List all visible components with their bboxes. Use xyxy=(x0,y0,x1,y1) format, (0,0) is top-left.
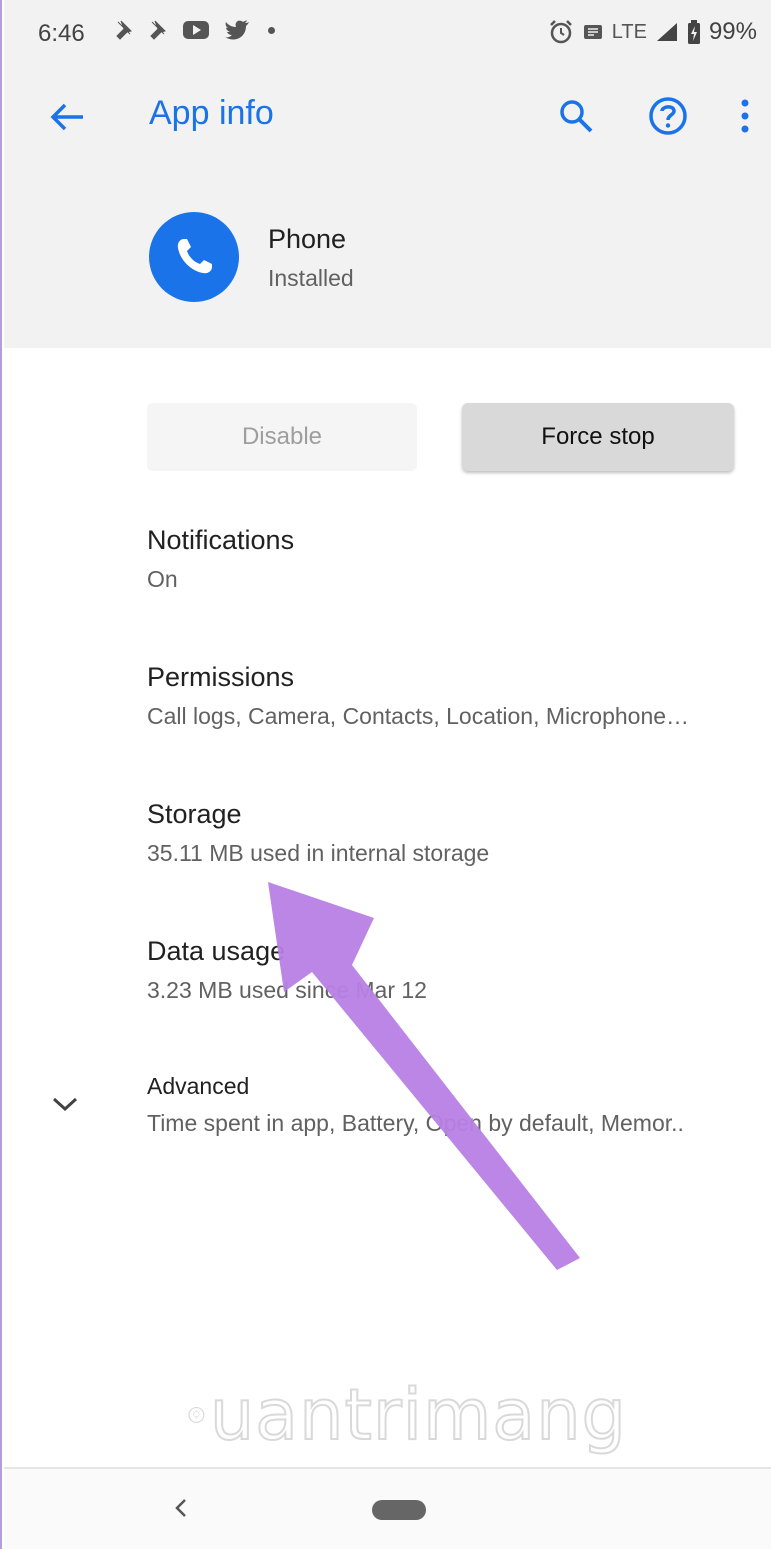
list-item-storage[interactable]: Storage 35.11 MB used in internal storag… xyxy=(147,799,767,867)
pin-icon xyxy=(150,20,166,40)
chevron-left-icon xyxy=(175,1499,186,1517)
item-subtitle: 3.23 MB used since Mar 12 xyxy=(147,977,427,1003)
nav-home-pill[interactable] xyxy=(372,1500,426,1520)
list-item-notifications[interactable]: Notifications On xyxy=(147,525,767,593)
youtube-icon xyxy=(183,21,209,39)
screen: 6:46 LTE 99% App info Phone Installed Di… xyxy=(0,0,771,1549)
app-icon xyxy=(149,212,239,302)
help-icon xyxy=(649,97,687,135)
twitter-icon xyxy=(225,20,249,40)
item-title: Notifications xyxy=(147,525,295,555)
item-subtitle: Time spent in app, Battery, Open by defa… xyxy=(147,1110,684,1136)
notification-icons xyxy=(114,18,275,42)
network-type: LTE xyxy=(611,20,647,43)
help-button[interactable] xyxy=(644,92,692,140)
item-subtitle: Call logs, Camera, Contacts, Location, M… xyxy=(147,703,690,729)
item-subtitle: 35.11 MB used in internal storage xyxy=(147,840,490,866)
item-title: Data usage xyxy=(147,936,286,966)
phone-icon xyxy=(177,239,212,274)
more-vert-icon xyxy=(741,99,749,133)
search-button[interactable] xyxy=(552,92,600,140)
item-title: Advanced xyxy=(147,1073,250,1099)
item-title: Permissions xyxy=(147,662,295,692)
item-subtitle: On xyxy=(147,566,178,592)
status-right: LTE 99% xyxy=(548,18,757,46)
pin-icon xyxy=(116,20,132,40)
list-item-advanced[interactable]: Advanced Time spent in app, Battery, Ope… xyxy=(147,1073,767,1137)
app-info-header: App info Phone Installed xyxy=(4,62,771,348)
nav-back-button[interactable] xyxy=(164,1491,198,1525)
navigation-bar xyxy=(4,1467,771,1549)
arrow-left-icon xyxy=(50,103,83,131)
status-time: 6:46 xyxy=(38,20,85,47)
item-title: Storage xyxy=(147,799,242,829)
page-title: App info xyxy=(149,94,274,132)
app-name: Phone xyxy=(268,224,347,254)
lightbulb-icon xyxy=(188,1406,205,1424)
signal-icon xyxy=(656,23,677,41)
chevron-down-icon xyxy=(48,1090,82,1118)
battery-icon xyxy=(687,20,700,44)
list-item-data-usage[interactable]: Data usage 3.23 MB used since Mar 12 xyxy=(147,936,767,1004)
search-icon xyxy=(560,100,593,133)
back-button[interactable] xyxy=(44,94,90,140)
more-options-button[interactable] xyxy=(730,92,760,140)
battery-level: 99% xyxy=(708,18,757,45)
alarm-icon xyxy=(549,20,572,44)
list-item-permissions[interactable]: Permissions Call logs, Camera, Contacts,… xyxy=(147,662,767,730)
app-install-status: Installed xyxy=(268,265,354,291)
watermark-text: uantrimang xyxy=(209,1373,627,1457)
sim-icon xyxy=(583,25,602,39)
disable-button[interactable]: Disable xyxy=(147,403,417,471)
force-stop-button[interactable]: Force stop xyxy=(462,403,734,471)
dot-icon xyxy=(268,26,275,34)
watermark: uantrimang xyxy=(187,1360,627,1470)
status-bar: 6:46 LTE 99% xyxy=(4,0,771,62)
